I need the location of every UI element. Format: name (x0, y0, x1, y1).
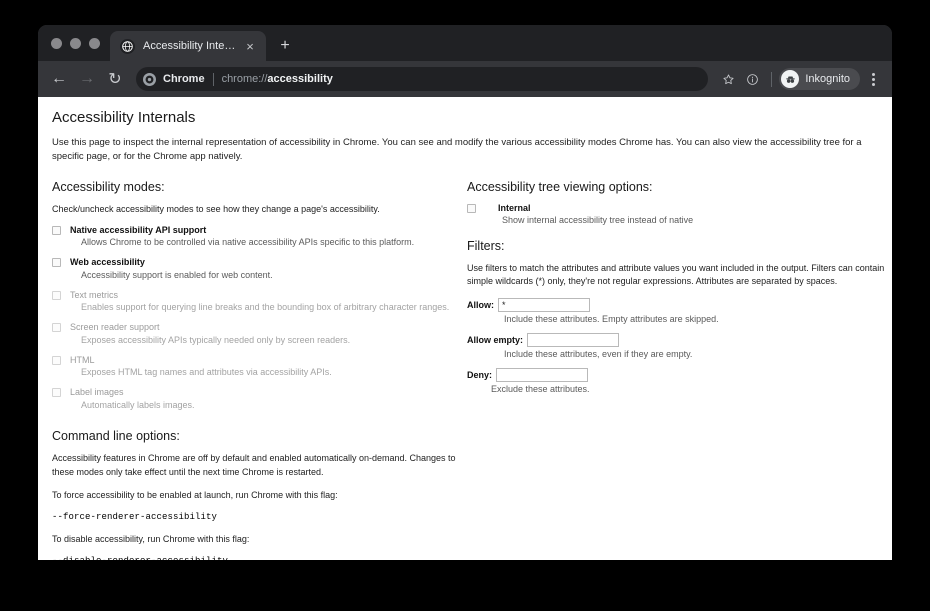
force-accessibility-text: To force accessibility to be enabled at … (52, 489, 338, 500)
checkbox-label-images[interactable] (52, 388, 61, 397)
allow-empty-description: Include these attributes, even if they a… (504, 349, 693, 360)
forward-icon[interactable]: → (74, 66, 100, 92)
checkbox-screen-reader[interactable] (52, 323, 61, 333)
filter-row-allow: Allow: (467, 298, 892, 313)
three-dot-menu-icon[interactable] (862, 67, 884, 91)
filters-heading: Filters: (467, 239, 505, 254)
omnibox-url-scheme: chrome:// (221, 73, 268, 85)
browser-window: Accessibility Internals × + ← → ↻ Chrome… (38, 25, 892, 560)
omnibox-url: chrome://accessibility (222, 73, 333, 85)
page-title: Accessibility Internals (52, 109, 196, 126)
new-tab-button[interactable]: + (272, 33, 298, 59)
back-icon[interactable]: ← (46, 66, 72, 92)
profile-name-label: Inkognito (805, 73, 850, 85)
mode-label: Screen reader support (70, 322, 160, 333)
force-accessibility-flag: --force-renderer-accessibility (52, 511, 218, 522)
tab-title: Accessibility Internals (143, 40, 238, 52)
omnibox-divider (212, 72, 214, 86)
page-content: Accessibility Internals Use this page to… (38, 97, 892, 560)
deny-description: Exclude these attributes. (491, 384, 590, 395)
window-minimize-button[interactable] (70, 37, 81, 49)
filter-row-allow-empty: Allow empty: (467, 333, 892, 348)
command-line-heading: Command line options: (52, 429, 180, 444)
mode-row-html: HTML Exposes HTML tag names and attribut… (52, 355, 467, 379)
tree-option-row-internal: Internal Show internal accessibility tre… (467, 203, 892, 227)
allow-input[interactable] (498, 298, 590, 313)
mode-row-screen-reader: Screen reader support Exposes accessibil… (52, 322, 467, 346)
checkbox-internal[interactable] (467, 203, 476, 213)
incognito-avatar (781, 70, 800, 88)
allow-description: Include these attributes. Empty attribut… (504, 314, 719, 325)
command-line-intro: Accessibility features in Chrome are off… (52, 453, 456, 477)
deny-input[interactable] (496, 368, 589, 383)
allow-label: Allow: (467, 300, 494, 311)
mode-description: Accessibility support is enabled for web… (81, 269, 273, 280)
omnibox-brand-label: Chrome (163, 73, 205, 85)
mode-label: Text metrics (70, 289, 119, 300)
window-traffic-lights (38, 25, 110, 61)
reload-icon[interactable]: ↻ (102, 66, 128, 92)
page-intro-text: Use this page to inspect the internal re… (52, 137, 862, 162)
star-icon[interactable] (716, 67, 740, 91)
address-bar[interactable]: Chrome chrome://accessibility (136, 67, 709, 91)
checkbox-web-accessibility[interactable] (52, 258, 61, 268)
filter-row-deny: Deny: (467, 368, 892, 383)
mode-row-native-api: Native accessibility API support Allows … (52, 225, 467, 249)
window-close-button[interactable] (51, 37, 62, 49)
window-maximize-button[interactable] (89, 37, 100, 49)
deny-label: Deny: (467, 370, 493, 381)
mode-row-label-images: Label images Automatically labels images… (52, 387, 467, 411)
tree-option-label: Internal (498, 202, 531, 213)
allow-empty-label: Allow empty: (467, 335, 524, 346)
mode-label: HTML (70, 354, 95, 365)
browser-toolbar: ← → ↻ Chrome chrome://accessibility Inko… (38, 61, 892, 97)
close-icon[interactable]: × (242, 38, 258, 54)
globe-icon (120, 38, 135, 54)
mode-label: Web accessibility (70, 257, 145, 268)
content-columns: Accessibility modes: Check/uncheck acces… (52, 180, 884, 560)
mode-label: Label images (70, 387, 124, 397)
mode-description: Exposes HTML tag names and attributes vi… (81, 367, 332, 378)
chrome-logo-icon (143, 72, 156, 86)
mode-row-text-metrics: Text metrics Enables support for queryin… (52, 290, 467, 314)
mode-description: Enables support for querying line breaks… (81, 302, 450, 313)
mode-label: Native accessibility API support (70, 224, 207, 235)
allow-empty-input[interactable] (527, 333, 620, 348)
tab-strip: Accessibility Internals × + (38, 25, 892, 61)
right-column: Accessibility tree viewing options: Inte… (467, 180, 892, 560)
checkbox-html[interactable] (52, 355, 61, 365)
mode-description: Exposes accessibility APIs typically nee… (81, 334, 351, 345)
mode-row-web-accessibility: Web accessibility Accessibility support … (52, 257, 467, 281)
filters-intro: Use filters to match the attributes and … (467, 263, 885, 287)
tree-option-description: Show internal accessibility tree instead… (502, 215, 694, 226)
profile-button[interactable]: Inkognito (779, 68, 860, 90)
disable-accessibility-text: To disable accessibility, run Chrome wit… (52, 533, 250, 544)
mode-description: Allows Chrome to be controlled via nativ… (81, 237, 415, 248)
mode-description: Automatically labels images. (81, 399, 195, 410)
info-circle-icon[interactable] (740, 67, 764, 91)
left-column: Accessibility modes: Check/uncheck acces… (52, 180, 467, 560)
browser-tab-accessibility-internals[interactable]: Accessibility Internals × (110, 31, 266, 61)
accessibility-modes-heading: Accessibility modes: (52, 179, 165, 194)
tree-viewing-options-heading: Accessibility tree viewing options: (467, 179, 653, 194)
omnibox-url-host: accessibility (267, 73, 333, 85)
disable-accessibility-flag: --disable-renderer-accessibility (52, 556, 467, 560)
checkbox-native-api[interactable] (52, 225, 61, 235)
accessibility-modes-hint: Check/uncheck accessibility modes to see… (52, 203, 380, 214)
toolbar-divider (771, 71, 773, 87)
checkbox-text-metrics[interactable] (52, 290, 61, 300)
